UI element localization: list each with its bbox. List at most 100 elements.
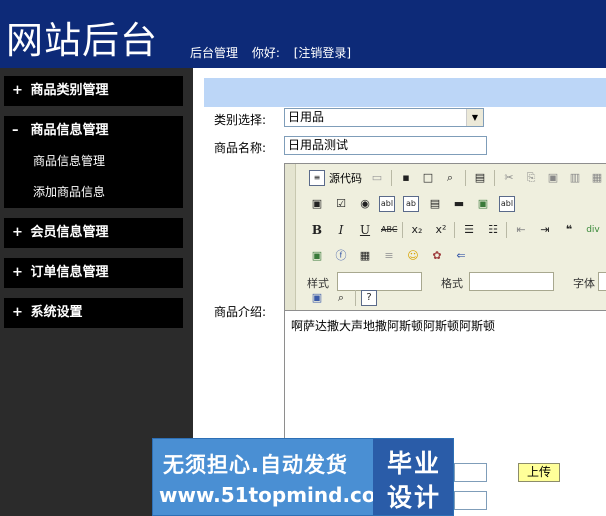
separator	[465, 170, 466, 186]
separator	[506, 222, 507, 238]
sidebar-item-label: 商品类别管理	[30, 83, 109, 98]
watermark-banner: 无须担心.自动发货 www.51topmind.com 毕业 设计	[152, 438, 454, 516]
watermark-url: www.51topmind.com	[159, 483, 397, 507]
sidebar-item-product-management[interactable]: – 商品信息管理	[4, 116, 183, 146]
font-combo-label: 字体	[573, 277, 595, 290]
font-combo[interactable]	[598, 272, 606, 291]
sidebar-group-product: – 商品信息管理 商品信息管理 添加商品信息	[4, 116, 183, 208]
greeting-text: 你好:	[251, 46, 280, 60]
blockquote-icon[interactable]: ❝	[561, 222, 577, 238]
info-bar	[204, 78, 606, 107]
watermark-logo-box: 毕业 设计	[373, 439, 453, 515]
sidebar-item-member-management[interactable]: + 会员信息管理	[4, 218, 183, 248]
style-combo-label: 样式	[307, 277, 329, 290]
expand-icon: +	[12, 265, 23, 280]
chevron-down-icon[interactable]: ▼	[466, 109, 483, 126]
subscript-icon[interactable]: x₂	[409, 222, 425, 238]
format-combo-label: 格式	[441, 277, 463, 290]
preview-icon[interactable]: ⌕	[442, 170, 458, 186]
separator	[494, 170, 495, 186]
expand-icon: +	[12, 305, 23, 320]
separator	[391, 170, 392, 186]
paste-word-icon[interactable]: ▦	[589, 170, 605, 186]
upload-button[interactable]: 上传	[518, 463, 560, 482]
image-path-input[interactable]	[454, 463, 487, 482]
hidden-field-icon[interactable]: abl	[499, 196, 515, 212]
show-blocks-icon[interactable]: ⌕	[333, 290, 349, 306]
admin-home-link[interactable]: 后台管理	[190, 46, 238, 60]
style-combo[interactable]	[337, 272, 422, 291]
toolbar-collapse-handle[interactable]	[285, 164, 296, 310]
logout-link[interactable]: [注销登录]	[294, 46, 351, 60]
top-nav: 后台管理 你好: [注销登录]	[190, 44, 361, 61]
template-icon[interactable]: ▤	[472, 170, 488, 186]
category-select-value: 日用品	[288, 110, 325, 124]
bold-icon[interactable]: B	[309, 222, 325, 238]
underline-icon[interactable]: U	[357, 222, 373, 238]
image-button-icon[interactable]: ▣	[475, 196, 491, 212]
smiley-icon[interactable]: ☺	[405, 248, 421, 264]
div-container-icon[interactable]: div	[585, 222, 601, 238]
paste-text-icon[interactable]: ▥	[567, 170, 583, 186]
image-icon[interactable]: ▣	[309, 248, 325, 264]
format-combo[interactable]	[469, 272, 554, 291]
site-title: 网站后台	[6, 19, 158, 62]
outdent-icon[interactable]: ⇤	[513, 222, 529, 238]
source-icon: ≡	[309, 170, 325, 186]
italic-icon[interactable]: I	[333, 222, 349, 238]
collapse-icon: –	[12, 123, 19, 138]
form-icon[interactable]: ▣	[309, 196, 325, 212]
new-document-icon[interactable]: □	[420, 170, 436, 186]
product-name-label: 商品名称:	[214, 141, 267, 155]
save-icon[interactable]: ▪	[398, 170, 414, 186]
horizontal-rule-icon[interactable]: ≡	[381, 248, 397, 264]
paste-icon[interactable]: ▣	[545, 170, 561, 186]
sidebar-subitem-add-product[interactable]: 添加商品信息	[4, 177, 183, 208]
special-char-icon[interactable]: ✿	[429, 248, 445, 264]
sidebar-item-label: 系统设置	[30, 305, 83, 320]
sidebar-group-member: + 会员信息管理	[4, 218, 183, 248]
category-select[interactable]: 日用品 ▼	[284, 108, 484, 127]
category-label: 类别选择:	[214, 113, 267, 127]
help-icon[interactable]: ?	[361, 290, 377, 306]
source-button[interactable]: 源代码	[329, 170, 362, 186]
flash-icon[interactable]: ⓕ	[333, 248, 349, 264]
radio-icon[interactable]: ◉	[357, 196, 373, 212]
strikethrough-icon[interactable]: ABC	[381, 222, 397, 238]
table-icon[interactable]: ▦	[357, 248, 373, 264]
price-input[interactable]	[454, 491, 487, 510]
sidebar-group-category: + 商品类别管理	[4, 76, 183, 106]
select-field-icon[interactable]: ▤	[427, 196, 443, 212]
sidebar-group-order: + 订单信息管理	[4, 258, 183, 288]
copy-icon[interactable]: ⎘	[523, 170, 539, 186]
numbered-list-icon[interactable]: ☰	[461, 222, 477, 238]
sidebar-item-system-settings[interactable]: + 系统设置	[4, 298, 183, 328]
separator	[454, 222, 455, 238]
sidebar-group-settings: + 系统设置	[4, 298, 183, 328]
page-break-icon[interactable]: ⇐	[453, 248, 469, 264]
sidebar-subitem-product-list[interactable]: 商品信息管理	[4, 146, 183, 177]
textarea-icon[interactable]: ab	[403, 196, 419, 212]
separator	[355, 290, 356, 306]
superscript-icon[interactable]: x²	[433, 222, 449, 238]
new-page-icon[interactable]: ▭	[369, 170, 385, 186]
watermark-slogan: 无须担心.自动发货	[163, 453, 348, 477]
watermark-logo-text: 毕业	[387, 449, 442, 478]
textfield-icon[interactable]: abl	[379, 196, 395, 212]
checkbox-icon[interactable]: ☑	[333, 196, 349, 212]
expand-icon: +	[12, 83, 23, 98]
sidebar-item-label: 会员信息管理	[30, 225, 109, 240]
editor-toolbar: ≡ 源代码 ▭ ▪ □ ⌕ ▤ ✂ ⎘ ▣ ▥ ▦ ▣ ☑ ◉ abl ab ▤…	[285, 164, 606, 310]
sidebar-item-category-management[interactable]: + 商品类别管理	[4, 76, 183, 106]
bulleted-list-icon[interactable]: ☷	[485, 222, 501, 238]
sidebar-item-order-management[interactable]: + 订单信息管理	[4, 258, 183, 288]
product-name-input[interactable]: 日用品测试	[284, 136, 487, 155]
maximize-icon[interactable]: ▣	[309, 290, 325, 306]
sidebar-item-label: 商品信息管理	[30, 123, 109, 138]
button-field-icon[interactable]: ▬	[451, 196, 467, 212]
indent-icon[interactable]: ⇥	[537, 222, 553, 238]
cut-icon[interactable]: ✂	[501, 170, 517, 186]
header: 网站后台 后台管理 你好: [注销登录]	[0, 0, 606, 68]
sidebar-item-label: 订单信息管理	[30, 265, 109, 280]
watermark-logo-text: 设计	[387, 483, 442, 512]
